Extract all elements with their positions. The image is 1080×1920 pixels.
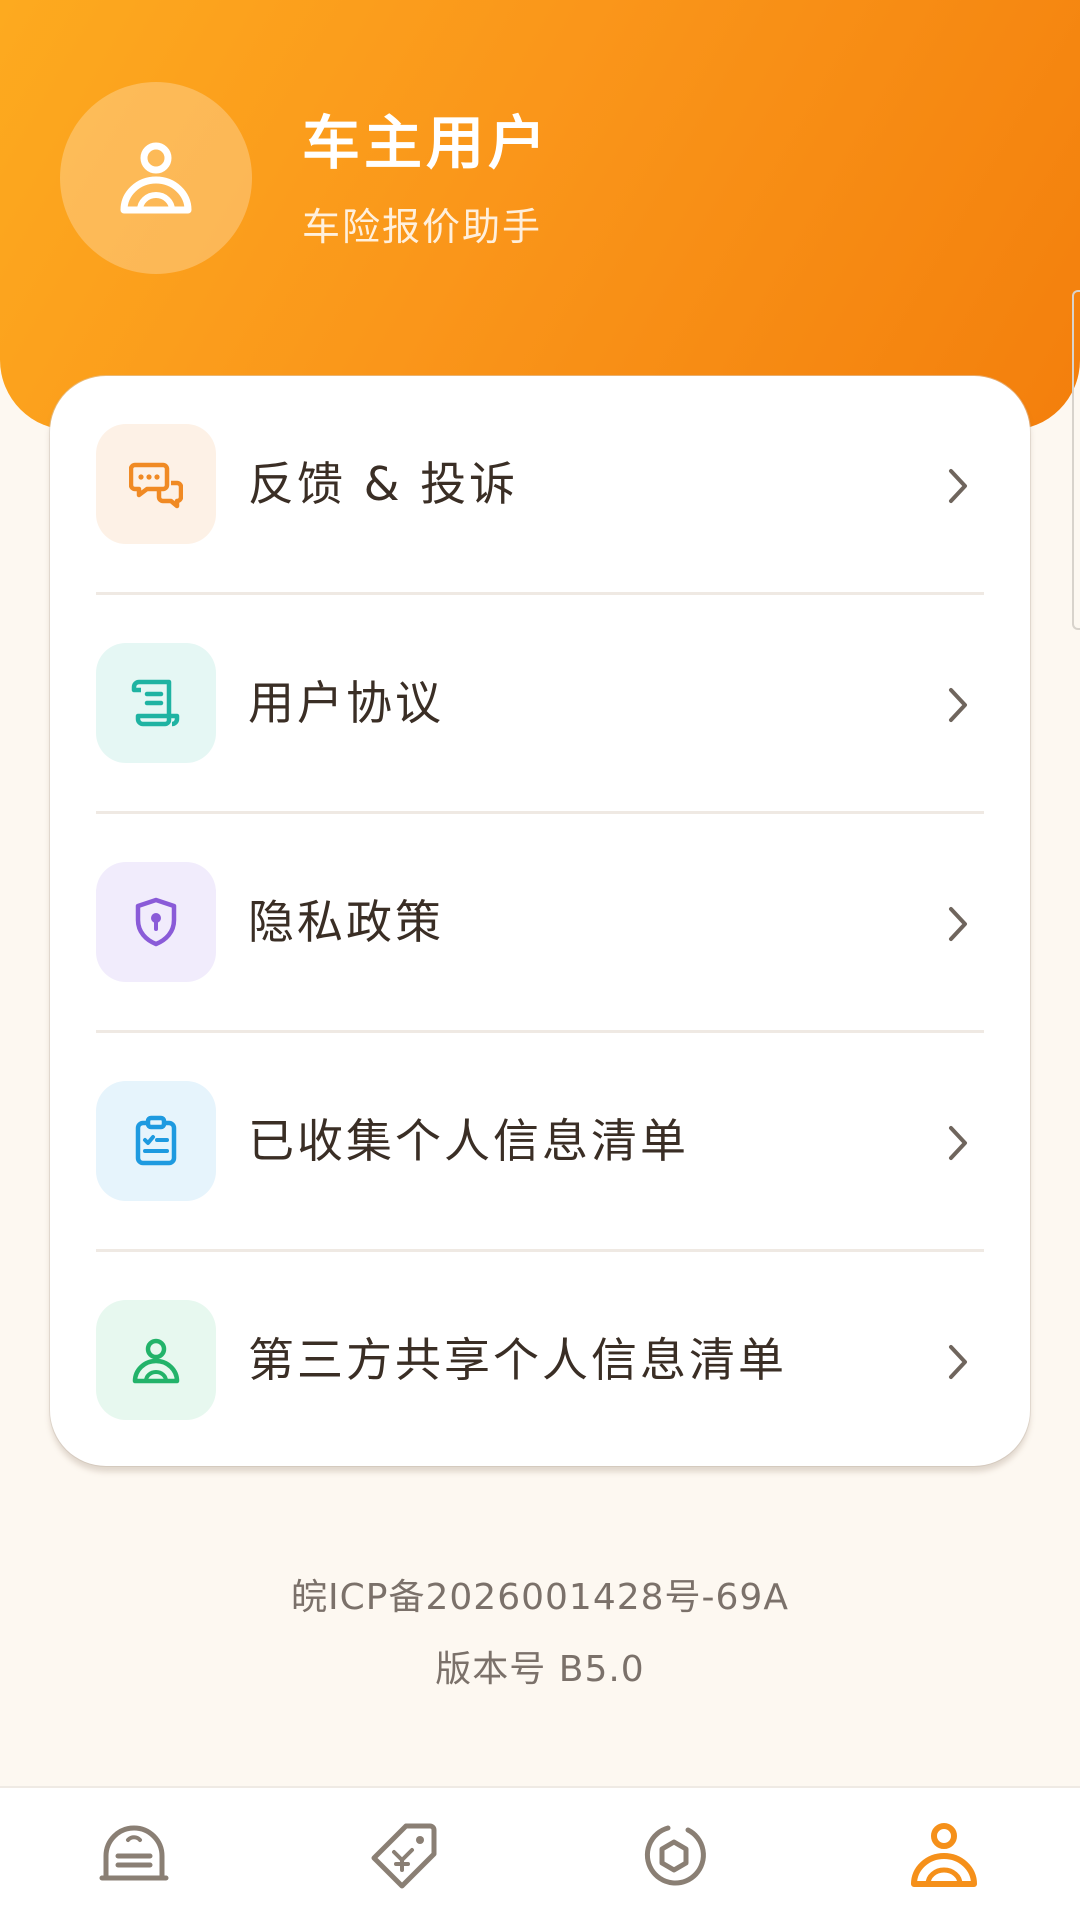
bottom-tab-bar: [0, 1786, 1080, 1920]
agreement-scroll-icon: [131, 679, 180, 727]
profile-header: 车主用户 车险报价助手: [0, 0, 1080, 430]
chevron-right-icon: [938, 466, 978, 506]
privacy-shield-icon: [135, 897, 177, 947]
icon-box: [96, 1081, 216, 1201]
menu-item-third-party-sharing[interactable]: 第三方共享个人信息清单: [50, 1252, 1030, 1471]
edge-handle[interactable]: [1072, 290, 1080, 630]
chevron-right-icon: [938, 685, 978, 725]
tab-discover[interactable]: [634, 1816, 714, 1896]
feedback-chat-icon: [129, 462, 183, 509]
icon-box: [96, 862, 216, 982]
profile-icon: [911, 1823, 977, 1887]
menu-item-user-agreement[interactable]: 用户协议: [50, 595, 1030, 814]
menu-item-privacy-policy[interactable]: 隐私政策: [50, 814, 1030, 1033]
tab-quote[interactable]: [364, 1816, 444, 1896]
menu-item-label: 反馈 & 投诉: [248, 457, 519, 511]
menu-item-label: 隐私政策: [248, 895, 444, 949]
menu-item-feedback[interactable]: 反馈 & 投诉: [50, 376, 1030, 595]
menu-item-label: 第三方共享个人信息清单: [248, 1333, 787, 1387]
tab-profile[interactable]: [904, 1816, 984, 1896]
user-icon: [120, 142, 192, 214]
ring-icon: [644, 1825, 706, 1886]
chevron-right-icon: [938, 1342, 978, 1382]
version-number: 版本号 B5.0: [435, 1649, 645, 1690]
menu-card: 反馈 & 投诉 用户协议 隐私政策 已收集个人信息清单 第三方共享个人信息清单: [50, 376, 1030, 1466]
clipboard-checklist-icon: [135, 1115, 177, 1166]
menu-item-label: 用户协议: [248, 676, 444, 730]
chevron-right-icon: [938, 904, 978, 944]
icon-box: [96, 1300, 216, 1420]
price-tag-icon: [371, 1823, 437, 1889]
menu-item-collected-info[interactable]: 已收集个人信息清单: [50, 1033, 1030, 1252]
avatar[interactable]: [60, 82, 252, 274]
tab-home[interactable]: [94, 1816, 174, 1896]
user-subtitle: 车险报价助手: [302, 205, 543, 249]
icon-box: [96, 424, 216, 544]
user-name: 车主用户: [302, 109, 551, 177]
garage-icon: [99, 1825, 169, 1881]
icon-box: [96, 643, 216, 763]
menu-item-label: 已收集个人信息清单: [248, 1114, 689, 1168]
icp-record[interactable]: 皖ICP备2026001428号-69A: [0, 1568, 1080, 1620]
shared-user-icon: [132, 1338, 180, 1384]
chevron-right-icon: [938, 1123, 978, 1163]
